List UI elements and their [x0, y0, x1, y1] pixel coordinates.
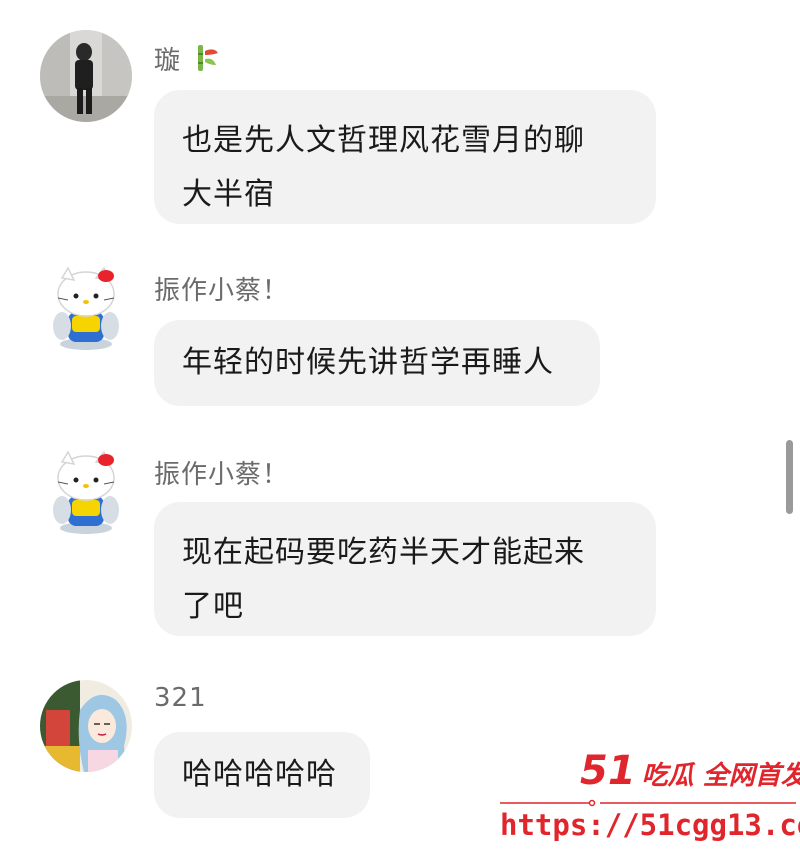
message-bubble[interactable]: 现在起码要吃药半天才能起来 了吧 [154, 502, 656, 636]
username-text: 振作小蔡！ [154, 460, 290, 490]
watermark-brand: 51 吃瓜 全网首发 [580, 748, 800, 794]
message-line: 大半宿 [182, 177, 275, 212]
username[interactable]: 璇 [154, 40, 220, 77]
illustrated-girl-avatar-icon [40, 680, 132, 772]
watermark-text: 吃瓜 全网首发 [641, 761, 800, 791]
avatar-photo-icon [40, 30, 132, 122]
message-line: 也是先人文哲理风花雪月的聊 [182, 123, 585, 158]
watermark: 51 吃瓜 全网首发 https://51cgg13.com [500, 748, 800, 856]
username-text: 振作小蔡！ [154, 276, 290, 306]
message-bubble[interactable]: 也是先人文哲理风花雪月的聊 大半宿 [154, 90, 656, 224]
message-line: 哈哈哈哈哈 [182, 757, 337, 792]
username[interactable]: 321 [154, 683, 207, 713]
user-avatar[interactable] [48, 266, 124, 352]
watermark-circuit-line-icon [500, 799, 796, 807]
username-text: 璇 [154, 46, 182, 76]
user-avatar[interactable] [40, 680, 132, 772]
message-bubble[interactable]: 年轻的时候先讲哲学再睡人 [154, 320, 600, 406]
hello-kitty-avatar-icon [53, 450, 119, 534]
username-text: 321 [154, 683, 207, 713]
message-line: 了吧 [182, 589, 244, 624]
username[interactable]: 振作小蔡！ [154, 454, 289, 491]
bamboo-emoji-icon [198, 45, 219, 71]
watermark-number: 51 [580, 748, 636, 794]
scrollbar-thumb[interactable] [786, 440, 793, 514]
watermark-url: https://51cgg13.com [500, 808, 800, 842]
user-avatar[interactable] [48, 450, 124, 536]
message-bubble[interactable]: 哈哈哈哈哈 [154, 732, 370, 818]
message-line: 现在起码要吃药半天才能起来 [182, 535, 585, 570]
user-avatar[interactable] [40, 30, 132, 122]
hello-kitty-avatar-icon [53, 266, 119, 350]
username[interactable]: 振作小蔡！ [154, 270, 289, 307]
message-line: 年轻的时候先讲哲学再睡人 [182, 345, 554, 380]
